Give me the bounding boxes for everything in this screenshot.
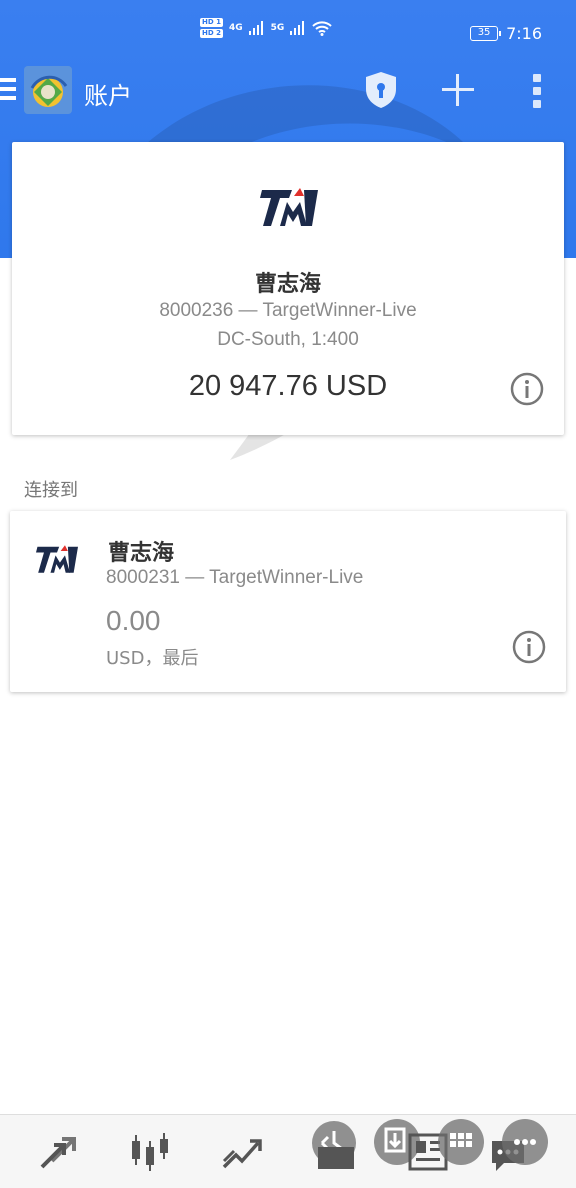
signal-icon xyxy=(290,21,305,35)
tw-broker-logo xyxy=(36,545,78,573)
net1-label: 4G xyxy=(228,23,243,33)
current-account-card[interactable]: 曹志海 8000236 — TargetWinner-Live DC-South… xyxy=(12,142,564,435)
signal-icon xyxy=(248,21,263,35)
bottom-navigation xyxy=(0,1114,576,1188)
status-bar: HD 1 HD 2 4G 5G 35 7:16 xyxy=(0,0,576,66)
hd2-badge: HD 2 xyxy=(200,29,223,38)
clock: 7:16 xyxy=(506,24,542,43)
shield-lock-icon[interactable] xyxy=(364,71,398,109)
inbox-icon[interactable] xyxy=(316,1141,360,1185)
hd1-badge: HD 1 xyxy=(200,18,223,27)
account-holder-name: 曹志海 xyxy=(254,272,321,297)
trade-icon[interactable] xyxy=(220,1131,264,1175)
account-number-server: 8000231 — TargetWinner-Live xyxy=(106,567,364,588)
account-list-item[interactable]: 曹志海 8000231 — TargetWinner-Live 0.00 USD… xyxy=(10,511,566,692)
chart-icon[interactable] xyxy=(128,1131,172,1175)
account-holder-name: 曹志海 xyxy=(108,541,175,566)
account-server-leverage: DC-South, 1:400 xyxy=(217,329,359,350)
connected-to-label: 连接到 xyxy=(24,480,78,501)
battery-icon: 35 xyxy=(470,26,502,41)
more-vert-icon[interactable] xyxy=(532,74,542,108)
info-icon[interactable] xyxy=(512,630,546,664)
quotes-icon[interactable] xyxy=(36,1131,80,1175)
menu-icon[interactable] xyxy=(0,78,16,100)
status-right: 35 7:16 xyxy=(470,24,542,43)
account-balance: 0.00 xyxy=(106,605,161,636)
info-icon[interactable] xyxy=(510,372,544,406)
account-currency-status: USD，最后 xyxy=(106,648,199,669)
more-options-icon[interactable] xyxy=(502,1119,548,1165)
tw-broker-logo xyxy=(260,188,318,226)
app-bar: 账户 xyxy=(0,66,576,116)
page-title: 账户 xyxy=(84,82,132,110)
metatrader-logo[interactable] xyxy=(24,66,72,114)
net2-label: 5G xyxy=(270,23,285,33)
account-number-server: 8000236 — TargetWinner-Live xyxy=(159,300,417,321)
wifi-icon xyxy=(312,21,332,36)
apps-grid-icon[interactable] xyxy=(438,1119,484,1165)
account-balance: 20 947.76 USD xyxy=(188,370,388,402)
network-indicators: HD 1 HD 2 4G 5G xyxy=(200,18,332,38)
plus-icon[interactable] xyxy=(440,72,476,108)
